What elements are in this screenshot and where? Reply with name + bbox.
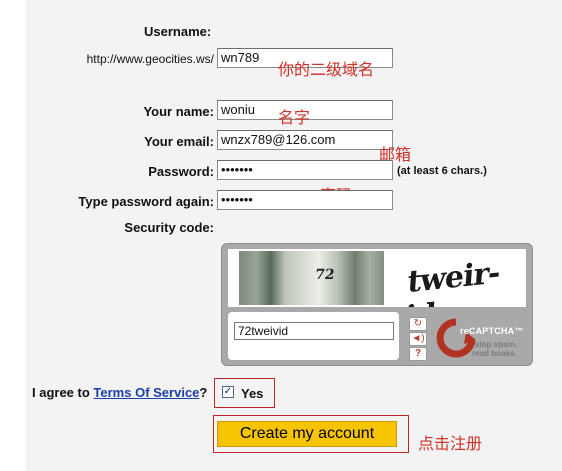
- recaptcha-arrow-icon: [436, 318, 476, 358]
- captcha-word-1: 72: [313, 267, 336, 283]
- email-label: Your email:: [144, 134, 214, 149]
- password-again-label: Type password again:: [78, 194, 214, 209]
- recaptcha-widget: 72 tweir-id 72tweivid ↻ ◄) ? reCAPTCHA™ …: [221, 243, 533, 366]
- captcha-word-2: tweir-id: [404, 255, 501, 307]
- url-prefix: http://www.geocities.ws/: [86, 52, 214, 66]
- name-annotation: 名字: [278, 108, 311, 127]
- name-label: Your name:: [143, 104, 214, 119]
- slogan-line-1: stop spam.: [474, 340, 517, 349]
- security-code-label: Security code:: [124, 220, 214, 235]
- captcha-photo-word: 72: [239, 251, 384, 305]
- password-again-input[interactable]: •••••••: [217, 190, 393, 210]
- create-annotation: 点击注册: [418, 434, 483, 453]
- create-account-button[interactable]: Create my account: [217, 421, 397, 447]
- agree-prefix: I agree to: [32, 385, 90, 400]
- password-hint: (at least 6 chars.): [397, 165, 487, 177]
- password-label: Password:: [148, 164, 214, 179]
- recaptcha-logo: reCAPTCHA™ stop spam. read books.: [436, 316, 531, 362]
- audio-icon[interactable]: ◄): [409, 332, 427, 346]
- captcha-image: 72 tweir-id: [228, 249, 526, 307]
- terms-of-service-link[interactable]: Terms Of Service: [93, 385, 199, 400]
- agree-checkbox[interactable]: ✓: [222, 386, 234, 398]
- agree-suffix: ?: [199, 385, 208, 400]
- username-annotation: 你的二级域名: [278, 60, 375, 79]
- captcha-response-area: 72tweivid: [228, 312, 399, 360]
- reload-icon[interactable]: ↻: [409, 317, 427, 331]
- recaptcha-logo-text: reCAPTCHA™: [460, 326, 524, 336]
- username-label: Username:: [144, 24, 212, 39]
- captcha-response-input[interactable]: 72tweivid: [234, 322, 394, 340]
- help-icon[interactable]: ?: [409, 347, 427, 361]
- recaptcha-slogan: stop spam. read books.: [472, 340, 517, 358]
- agree-text: I agree to Terms Of Service?: [32, 385, 207, 400]
- agree-yes-label: Yes: [241, 386, 264, 401]
- email-input[interactable]: wnzx789@126.com: [217, 130, 393, 150]
- password-input[interactable]: •••••••: [217, 160, 393, 180]
- slogan-line-2: read books.: [472, 349, 517, 358]
